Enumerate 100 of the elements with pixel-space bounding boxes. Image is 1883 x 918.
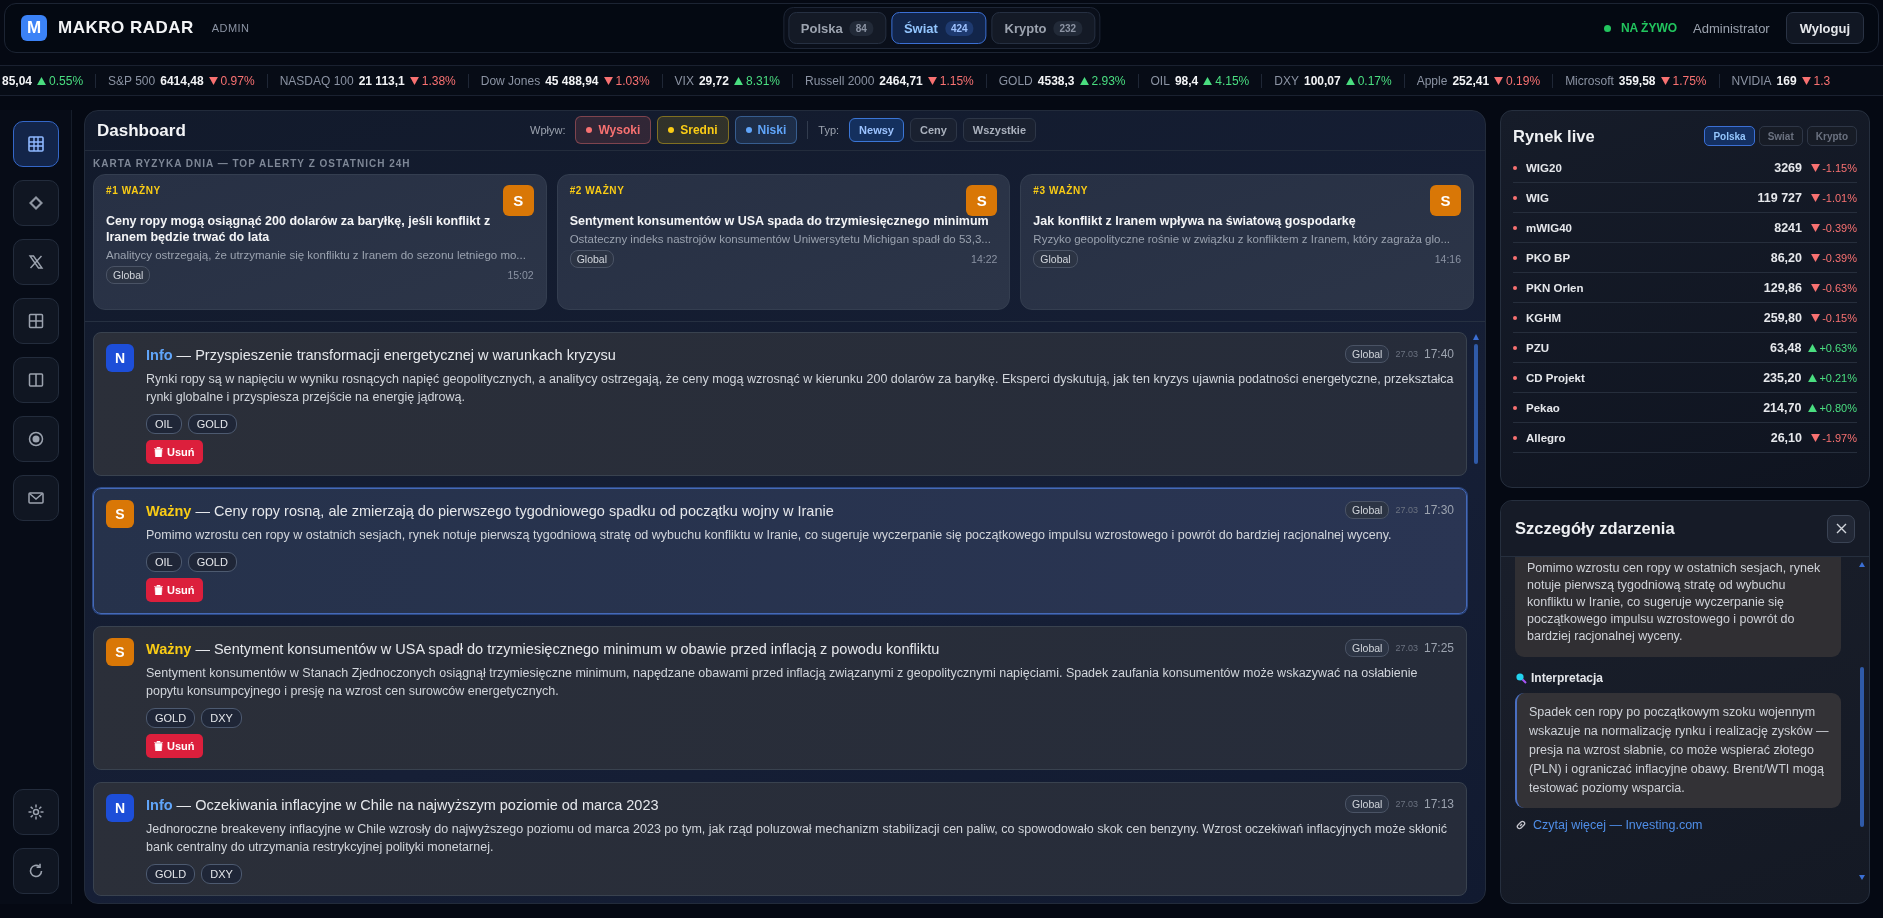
impact-filter[interactable]: Wysoki bbox=[575, 116, 652, 144]
instrument-price: 259,80 bbox=[1763, 310, 1802, 325]
live-dot-icon bbox=[1603, 24, 1611, 32]
instrument-price: 129,86 bbox=[1763, 280, 1802, 295]
instrument-name: CD Projekt bbox=[1526, 371, 1585, 384]
alert-time: 15:02 bbox=[507, 269, 534, 281]
price-change: -1.15% bbox=[1822, 161, 1857, 174]
ticker-value: 45 488,94 bbox=[545, 73, 599, 88]
impact-filter[interactable]: Sredni bbox=[657, 116, 729, 144]
ticker-change: 0.19% bbox=[1506, 73, 1541, 88]
nav-button[interactable] bbox=[12, 475, 59, 521]
ticker-change: 2.93% bbox=[1091, 73, 1126, 88]
columns-icon bbox=[26, 371, 45, 389]
alert-card[interactable]: #3 WAŻNY S Jak konflikt z Iranem wpływa na światową gospodarkę Ryzyko geopolityczne rośnie w związku z konfliktem z Iranem, który zagraża glo... Global 14:16 bbox=[1020, 174, 1474, 310]
market-tab[interactable]: Swiat bbox=[1758, 126, 1803, 146]
type-filter[interactable]: Wszystkie bbox=[962, 118, 1037, 142]
news-headline: Ważny — Ceny ropy rosną, ale zmierzają do pierwszego tygodniowego spadku od początku wojny w Iranie bbox=[146, 502, 835, 520]
ticker-change: 1.3 bbox=[1813, 73, 1831, 88]
bullet-icon bbox=[1513, 195, 1517, 200]
category-badge: S bbox=[106, 638, 134, 666]
alert-title: Jak konflikt z Iranem wpływa na światową gospodarkę bbox=[1033, 213, 1357, 229]
instrument-price: 8241 bbox=[1774, 220, 1802, 235]
close-button[interactable] bbox=[1827, 514, 1855, 543]
instrument-price: 3269 bbox=[1774, 160, 1802, 175]
source-badge: S bbox=[502, 185, 534, 216]
live-status: NA ŻYWO bbox=[1620, 21, 1678, 35]
nav-button[interactable] bbox=[12, 121, 59, 167]
news-body: Jednoroczne breakeveny inflacyjne w Chile wzrosły do najwyższego poziomu od marca 2023 po tym, jak rząd poluzował mechanizm stabilizacji cen paliw, co spowodowało skok cen benzyny. Wzrost oczekiwań inflacyjnych może skłonić bank centralny do utrzymania restrykcyjnej polityki monetarnej. bbox=[146, 821, 1449, 856]
filter-label: Wpływ: bbox=[530, 124, 566, 136]
news-date: 27.03 bbox=[1395, 643, 1418, 653]
price-change: -0.39% bbox=[1822, 221, 1857, 234]
nav-button[interactable] bbox=[12, 357, 59, 403]
nav-button[interactable] bbox=[12, 416, 59, 462]
refresh-button[interactable] bbox=[12, 848, 59, 894]
news-time: 17:13 bbox=[1423, 797, 1454, 811]
region-tag: Global bbox=[1033, 250, 1078, 268]
ticker-value: 29,72 bbox=[698, 73, 729, 88]
news-body: Sentyment konsumentów w Stanach Zjednoczonych osiągnął trzymiesięczne minimum, napędzane obawami przed inflacją związanymi z geopolitycznymi napięciami. Spadek zaufania konsumentów może wskazywać na osłabienie popytu konsumpcyjnego i presję na wzrost cen surowców energetycznych. bbox=[146, 665, 1419, 700]
scrollbar[interactable] bbox=[1859, 561, 1865, 881]
instrument-price: 214,70 bbox=[1763, 400, 1802, 415]
asset-tag: OIL bbox=[146, 552, 182, 572]
type-filter[interactable]: Ceny bbox=[909, 118, 957, 142]
news-item[interactable] bbox=[93, 332, 1467, 476]
news-time: 17:40 bbox=[1423, 347, 1454, 361]
source-link[interactable]: Czytaj więcej — Investing.com bbox=[1533, 818, 1703, 832]
instrument-name: WIG bbox=[1526, 191, 1549, 204]
alert-card[interactable]: #1 WAŻNY S Ceny ropy mogą osiągnąć 200 dolarów za baryłkę, jeśli konflikt z Iranem będzie trwać do lata Analitycy ostrzegają, że utrzymanie się konfliktu z Iranem do sezonu letniego mo... Global 15:02 bbox=[93, 174, 547, 310]
news-item[interactable] bbox=[93, 626, 1467, 770]
ticker-value: 4538,3 bbox=[1037, 73, 1075, 88]
ticker-change: 0.97% bbox=[220, 73, 255, 88]
alert-time: 14:16 bbox=[1434, 253, 1461, 265]
market-tab[interactable]: Polska bbox=[1704, 126, 1755, 146]
trash-icon bbox=[154, 447, 163, 457]
scope-tab[interactable]: Polska 84 bbox=[787, 12, 886, 44]
alert-card[interactable]: #2 WAŻNY S Sentyment konsumentów w USA spada do trzymiesięcznego minimum Ostateczny indeks nastrojów konsumentów Uniwersytetu Michigan spadł do 53,3... Global 14:22 bbox=[556, 174, 1011, 310]
type-filter[interactable]: Newsy bbox=[849, 118, 904, 142]
news-item[interactable] bbox=[93, 488, 1467, 614]
role-label: ADMIN bbox=[211, 22, 250, 34]
ticker-symbol: OIL bbox=[1150, 73, 1170, 88]
scope-tab[interactable]: Świat 424 bbox=[890, 12, 987, 44]
news-body: Pomimo wzrostu cen ropy w ostatnich sesjach, rynek notuje pierwszą tygodniową stratę od wybuchu konfliktu w Iranie, co sugeruje wyczerpanie się początkowego impulsu wzrostowego i powrót do bardziej racjonalnej wyceny. bbox=[146, 527, 1393, 544]
delete-button[interactable]: Usuń bbox=[146, 578, 203, 602]
impact-filter[interactable]: Niski bbox=[734, 116, 798, 144]
ticker-value: 252,41 bbox=[1452, 73, 1490, 88]
settings-button[interactable] bbox=[12, 789, 59, 835]
asset-tag: OIL bbox=[146, 414, 182, 434]
asset-tag: DXY bbox=[201, 864, 242, 884]
section-heading: KARTA RYZYKA DNIA — TOP ALERTY Z OSTATNICH 24H bbox=[92, 157, 412, 171]
instrument-name: KGHM bbox=[1526, 311, 1562, 324]
bullet-icon bbox=[1513, 285, 1517, 290]
region-tag: Global bbox=[569, 250, 614, 268]
region-tag: Global bbox=[1345, 501, 1390, 519]
scope-tab[interactable]: Krypto 232 bbox=[991, 12, 1096, 44]
instrument-price: 86,20 bbox=[1770, 250, 1802, 265]
ticker-symbol: S&P 500 bbox=[108, 73, 156, 88]
delete-button[interactable]: Usuń bbox=[146, 440, 203, 464]
news-body: Rynki ropy są w napięciu w wyniku rosnących napięć geopolitycznych, a analitycy ostrzegają, że ceny mogą wzrosnąć w kierunku 200 dolarów za baryłkę. Eksperci dyskutują, jak ten kryzys ujawnia podatności energetyczne, przekształca rynki globalne i przyspiesza przejście na energię jądrową. bbox=[146, 371, 1454, 406]
nav-button[interactable] bbox=[12, 298, 59, 344]
ticker-change: 0.55% bbox=[49, 73, 84, 88]
nav-button[interactable] bbox=[12, 239, 59, 285]
ticker-value: 85,04 bbox=[2, 73, 33, 88]
filter-label: Typ: bbox=[818, 124, 840, 136]
market-tab[interactable]: Krypto bbox=[1806, 126, 1857, 146]
instrument-name: Allegro bbox=[1526, 431, 1566, 444]
instrument-price: 26,10 bbox=[1770, 430, 1802, 445]
news-headline: Ważny — Sentyment konsumentów w USA spadł do trzymiesięcznego minimum w obawie przed inflacją z powodu konfliktu bbox=[146, 640, 941, 658]
price-change: +0.63% bbox=[1819, 341, 1857, 354]
price-change: -1.01% bbox=[1822, 191, 1857, 204]
ticker-value: 100,07 bbox=[1303, 73, 1341, 88]
app-title: MAKRO RADAR bbox=[58, 18, 194, 38]
logout-button[interactable]: Wyloguj bbox=[1785, 12, 1864, 44]
nav-button[interactable] bbox=[12, 180, 59, 226]
settings-icon bbox=[26, 803, 45, 821]
ticker-change: 0.17% bbox=[1357, 73, 1392, 88]
delete-button[interactable]: Usuń bbox=[146, 734, 203, 758]
ticker-value: 21 113,1 bbox=[358, 73, 405, 88]
panel-title: Rynek live bbox=[1513, 126, 1595, 146]
news-item[interactable] bbox=[93, 782, 1467, 896]
panel-title: Szczegóły zdarzenia bbox=[1515, 519, 1675, 538]
ticker-change: 4.15% bbox=[1215, 73, 1250, 88]
